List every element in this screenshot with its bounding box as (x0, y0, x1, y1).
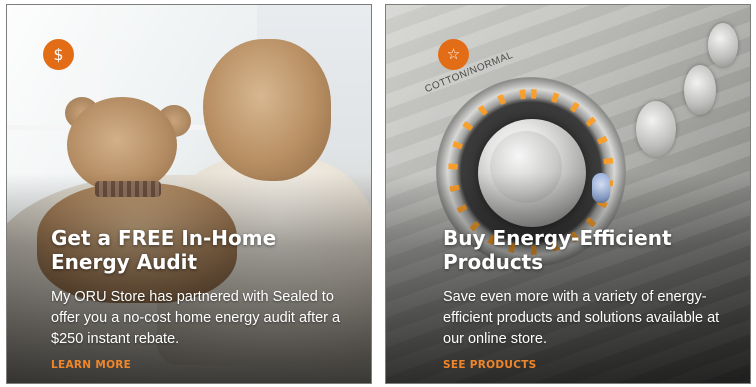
text-shade-overlay (386, 173, 750, 383)
learn-more-link[interactable]: LEARN MORE (51, 359, 131, 371)
girl-hair (203, 39, 331, 181)
card-description: Save even more with a variety of energy-… (443, 289, 720, 347)
card-title: Buy Energy-Efficient Products (443, 226, 672, 274)
dollar-icon: $ (43, 39, 74, 70)
energy-audit-card[interactable]: $ Get a FREE In-Home Energy Audit My ORU… (6, 4, 372, 384)
machine-button (636, 101, 676, 157)
card-description: My ORU Store has partnered with Sealed t… (51, 289, 341, 347)
energy-efficient-products-card[interactable]: COTTON/NORMAL ☆ Buy Energy-Efficient Pro… (385, 4, 751, 384)
star-icon: ☆ (438, 39, 469, 70)
promo-cards: $ Get a FREE In-Home Energy Audit My ORU… (0, 0, 756, 387)
text-shade-overlay (7, 173, 371, 383)
see-products-link[interactable]: SEE PRODUCTS (443, 359, 537, 371)
machine-button (684, 65, 716, 115)
card-title: Get a FREE In-Home Energy Audit (51, 226, 277, 274)
machine-button (708, 23, 738, 67)
